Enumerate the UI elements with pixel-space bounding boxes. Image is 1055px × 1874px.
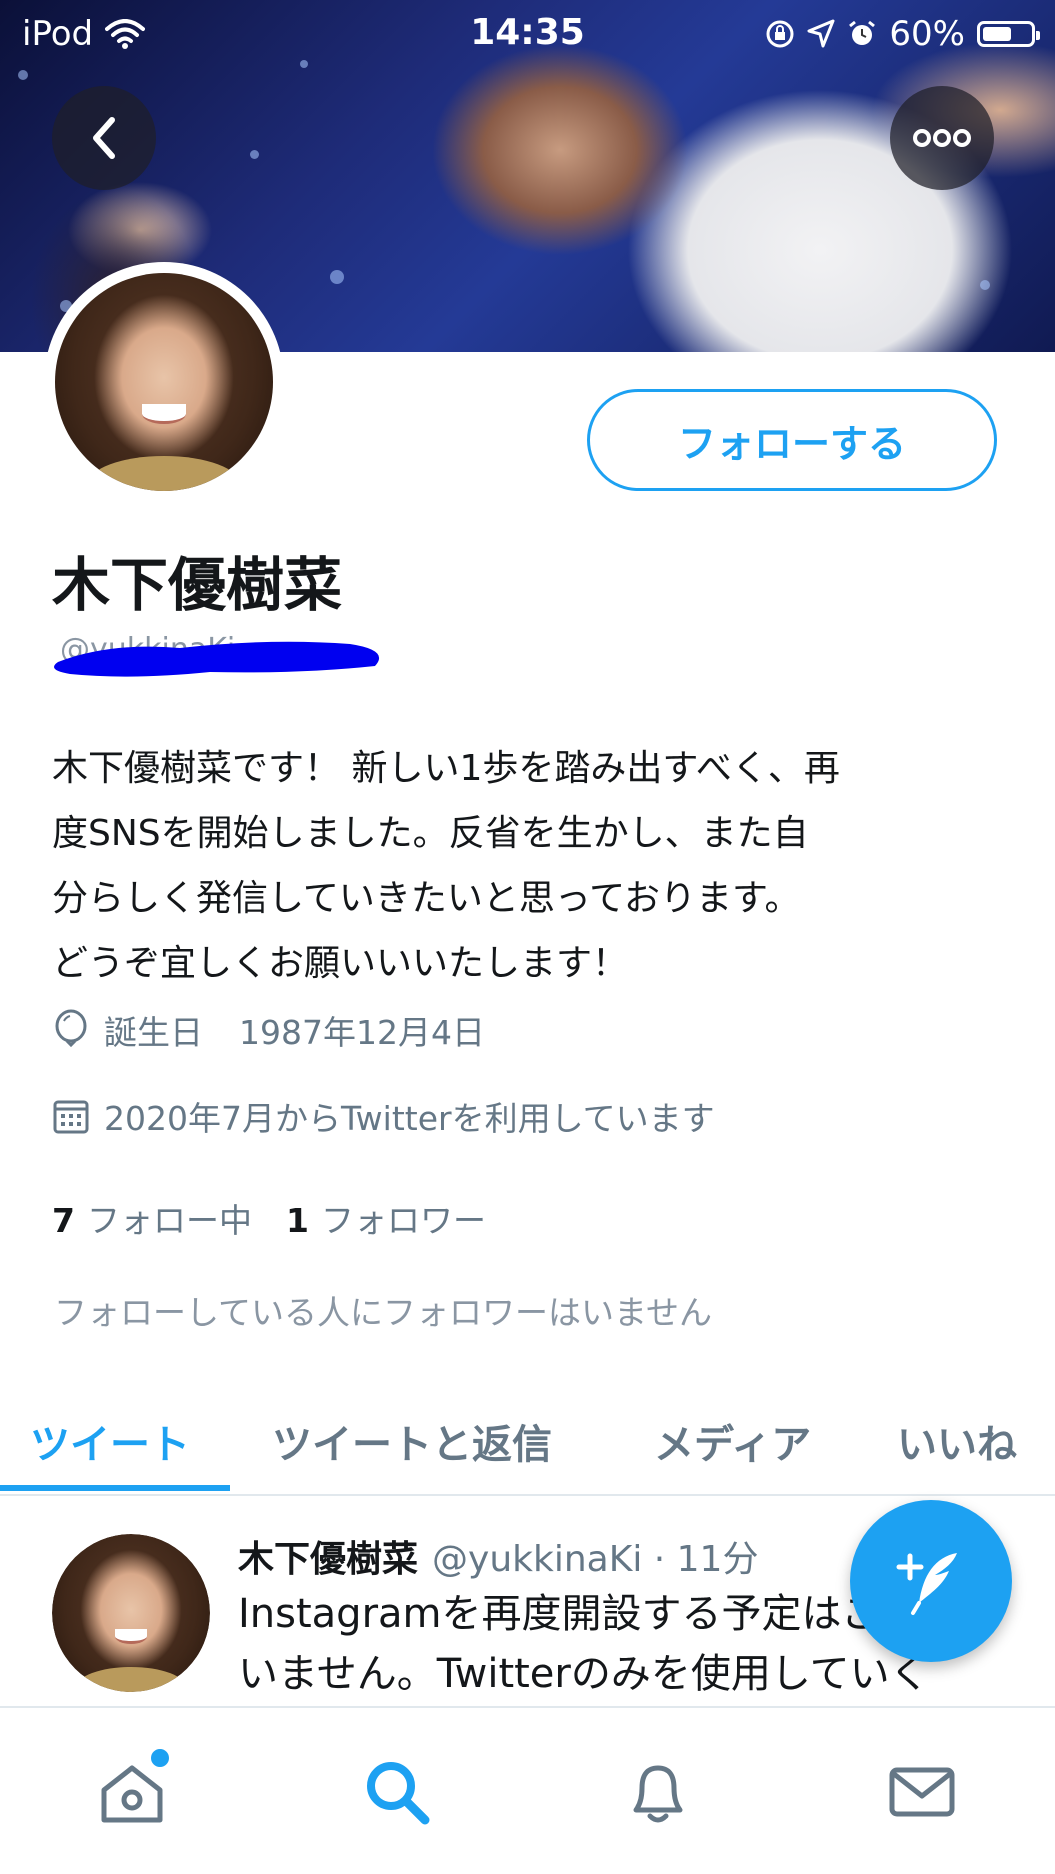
battery-fill (983, 27, 1011, 41)
tabbar-messages[interactable] (882, 1752, 962, 1832)
following-label: フォロー中 (86, 1201, 252, 1240)
bell-icon (633, 1765, 683, 1823)
back-button[interactable] (52, 86, 156, 190)
following-link[interactable]: 7 フォロー中 (52, 1194, 252, 1242)
bottom-tab-bar (0, 1706, 1055, 1874)
profile-tabs: ツイート ツイートと返信 メディア いいね (0, 1384, 1055, 1496)
balloon-icon (55, 1009, 87, 1048)
home-notification-dot (148, 1746, 172, 1770)
chevron-left-icon (93, 117, 115, 159)
birthday-value: 1987年12月4日 (239, 1013, 485, 1052)
status-bar: iPod 14:35 60% (0, 0, 1055, 68)
battery-icon (977, 21, 1040, 47)
location-icon (807, 19, 835, 48)
follow-counts: 7 フォロー中 1 フォロワー (52, 1194, 486, 1242)
search-icon (367, 1762, 430, 1825)
profile-name: 木下優樹菜 (52, 551, 343, 619)
more-icon (913, 129, 971, 147)
compose-tweet-icon (896, 1553, 957, 1615)
avatar-image (55, 273, 273, 491)
followers-label: フォロワー (320, 1201, 486, 1240)
profile-bio: 木下優樹菜です！ 新しい1歩を踏み出すべく、再 度SNSを開始しました。反省を生… (52, 748, 840, 984)
followers-count: 1 (285, 1201, 309, 1240)
tab-tweets[interactable]: ツイート (30, 1412, 190, 1470)
mail-icon (889, 1767, 955, 1817)
following-count: 7 (52, 1201, 75, 1240)
tabbar-home[interactable] (92, 1746, 172, 1832)
tab-likes[interactable]: いいね (897, 1412, 1017, 1470)
birthday-label: 誕生日 (104, 1013, 203, 1052)
follow-button[interactable]: フォローする (587, 389, 997, 491)
profile-avatar[interactable] (44, 262, 284, 502)
compose-tweet-button[interactable] (850, 1500, 1012, 1662)
redaction-scribble (54, 641, 380, 677)
calendar-icon (53, 1100, 89, 1134)
tab-tweets-replies[interactable]: ツイートと返信 (272, 1412, 552, 1470)
tweet-header: 木下優樹菜 @yukkinaKi · 11分 (238, 1530, 758, 1582)
tweet-avatar[interactable] (52, 1534, 210, 1692)
alarm-icon (849, 20, 876, 45)
more-button[interactable] (890, 86, 994, 190)
orientation-lock-icon (766, 20, 794, 48)
tweet-author-name: 木下優樹菜 (238, 1539, 419, 1580)
followers-you-know: フォローしている人にフォロワーはいません (54, 1293, 713, 1332)
birthday-row: 誕生日 1987年12月4日 (52, 1006, 485, 1054)
active-tab-indicator (0, 1485, 230, 1491)
followers-link[interactable]: 1 フォロワー (286, 1194, 486, 1242)
battery-percent: 60% (889, 14, 965, 54)
tabbar-search[interactable] (357, 1752, 437, 1832)
joined-row: 2020年7月からTwitterを利用しています (52, 1092, 715, 1140)
tweet-avatar-image (52, 1534, 210, 1692)
tweet-handle-time: @yukkinaKi · 11分 (432, 1539, 759, 1580)
joined-text: 2020年7月からTwitterを利用しています (104, 1099, 715, 1138)
profile-handle: @yukkinaKi (50, 628, 390, 677)
tabbar-notifications[interactable] (618, 1752, 698, 1832)
tab-media[interactable]: メディア (654, 1412, 811, 1470)
